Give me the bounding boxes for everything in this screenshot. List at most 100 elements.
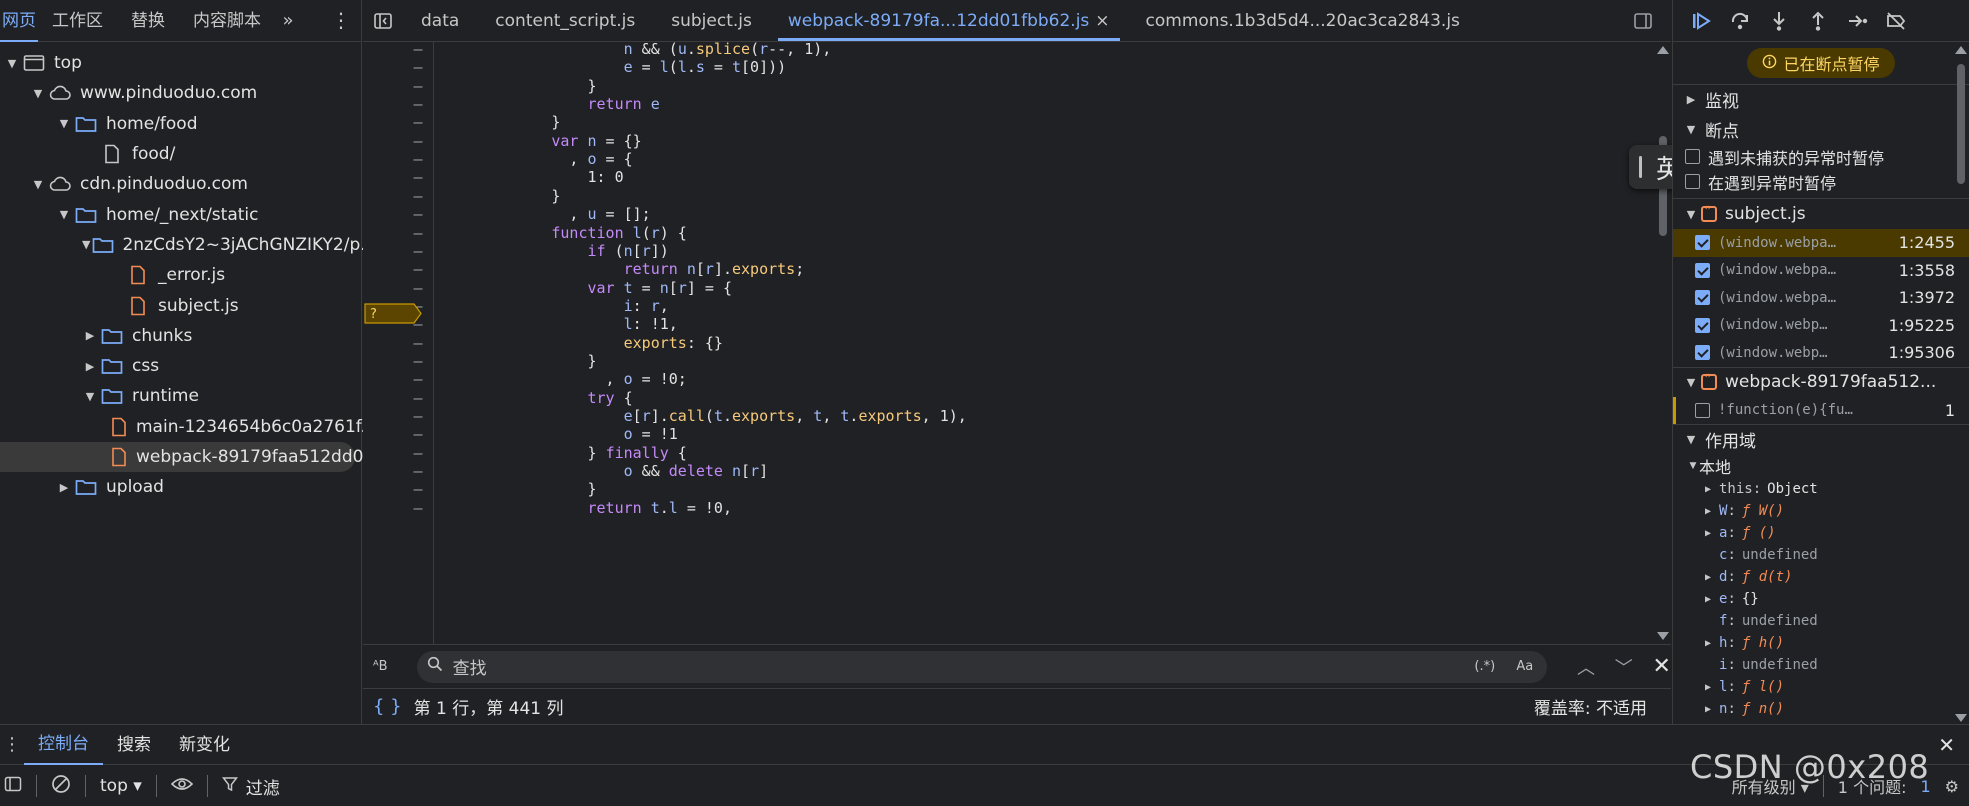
scope-variable[interactable]: ▶ W: ƒ W() bbox=[1673, 500, 1969, 522]
checkbox[interactable] bbox=[1695, 345, 1710, 361]
editor-scrollbar[interactable] bbox=[1657, 44, 1669, 642]
kebab-menu-icon[interactable]: ⋮ bbox=[331, 8, 351, 32]
console-settings-icon[interactable]: ⚙ bbox=[1945, 777, 1959, 796]
sidebar-toggle-icon[interactable] bbox=[4, 775, 22, 798]
collapse-arrow-icon[interactable]: ▼ bbox=[82, 238, 90, 251]
breakpoint-item[interactable]: !function(e){func… 1 bbox=[1673, 396, 1969, 424]
file-tab-webpack[interactable]: webpack-89179fa...12dd01fbb62.js × bbox=[770, 0, 1128, 41]
breakpoints-section-header[interactable]: ▼ 断点 bbox=[1673, 114, 1969, 144]
scroll-up-icon[interactable] bbox=[1657, 46, 1669, 54]
tab-page[interactable]: 网页 bbox=[0, 0, 38, 42]
expand-arrow-icon[interactable]: ▶ bbox=[1705, 594, 1719, 605]
tree-item[interactable]: ▼ home/food bbox=[0, 109, 361, 139]
breakpoint-file-header[interactable]: ▼ webpack-89179faa512... bbox=[1673, 366, 1969, 397]
scope-variable[interactable]: ▶ a: ƒ () bbox=[1673, 522, 1969, 544]
scope-variable[interactable]: ▶ e: {} bbox=[1673, 588, 1969, 610]
file-tab-data[interactable]: data bbox=[403, 0, 477, 41]
step-into-icon[interactable] bbox=[1765, 7, 1792, 34]
breakpoint-file-header[interactable]: ▼ subject.js bbox=[1673, 199, 1969, 229]
scope-variable[interactable]: ▶ n: ƒ n() bbox=[1673, 698, 1969, 720]
more-tabs-icon[interactable]: » bbox=[275, 10, 301, 31]
breakpoint-item[interactable]: (window.webp… 1:95306 bbox=[1673, 339, 1969, 367]
file-tab-commons[interactable]: commons.1b3d5d4...20ac3ca2843.js bbox=[1128, 0, 1478, 41]
tab-workspace[interactable]: 工作区 bbox=[38, 0, 117, 42]
case-sensitive-toggle-icon[interactable]: Aa bbox=[1516, 659, 1533, 674]
scope-variable[interactable]: i: undefined bbox=[1673, 654, 1969, 676]
scope-variable[interactable]: ▶ h: ƒ h() bbox=[1673, 632, 1969, 654]
breakpoint-item[interactable]: (window.webpa… 1:2455 bbox=[1673, 229, 1969, 257]
scroll-down-icon[interactable] bbox=[1657, 632, 1669, 640]
regex-toggle-icon[interactable]: (.*) bbox=[1474, 659, 1495, 674]
clear-console-icon[interactable] bbox=[51, 774, 71, 799]
expand-arrow-icon[interactable]: ▶ bbox=[1705, 506, 1719, 517]
context-selector[interactable]: top ▾ bbox=[100, 776, 142, 796]
breakpoint-item[interactable]: (window.webp… 1:95225 bbox=[1673, 312, 1969, 340]
expand-arrow-icon[interactable]: ▶ bbox=[82, 329, 98, 342]
match-case-toggle-icon[interactable]: ᴬB bbox=[373, 659, 413, 674]
tree-item[interactable]: ▼ runtime bbox=[0, 381, 361, 411]
tab-search[interactable]: 搜索 bbox=[103, 725, 165, 765]
code-line[interactable]: – return t.l = !0, bbox=[363, 497, 1653, 520]
pause-uncaught-option[interactable]: 遇到未捕获的异常时暂停 bbox=[1673, 144, 1969, 169]
tree-item[interactable]: food/ bbox=[0, 139, 361, 169]
collapse-arrow-icon[interactable]: ▼ bbox=[30, 178, 46, 191]
scroll-up-icon[interactable] bbox=[1955, 46, 1967, 54]
breakpoint-marker-icon[interactable]: ? bbox=[364, 303, 422, 324]
file-tab-subject[interactable]: subject.js bbox=[653, 0, 770, 41]
tree-item[interactable]: webpack-89179faa512dd0... bbox=[0, 441, 380, 473]
checkbox[interactable] bbox=[1695, 317, 1710, 333]
tab-overrides[interactable]: 替换 bbox=[117, 0, 179, 42]
expand-arrow-icon[interactable]: ▶ bbox=[1705, 682, 1719, 693]
step-icon[interactable] bbox=[1843, 7, 1870, 34]
tab-console[interactable]: 控制台 bbox=[24, 725, 103, 765]
file-tab-content-script[interactable]: content_script.js bbox=[477, 0, 653, 41]
close-find-icon[interactable]: ✕ bbox=[1653, 654, 1671, 679]
deactivate-breakpoints-icon[interactable] bbox=[1882, 7, 1909, 34]
expand-arrow-icon[interactable]: ▶ bbox=[1705, 572, 1719, 583]
pause-caught-option[interactable]: 在遇到异常时暂停 bbox=[1673, 169, 1969, 194]
tree-item[interactable]: ▼ www.pinduoduo.com bbox=[0, 78, 361, 108]
sidebar-scrollbar[interactable] bbox=[1955, 44, 1967, 724]
scope-variable[interactable]: ▶ l: ƒ l() bbox=[1673, 676, 1969, 698]
checkbox[interactable] bbox=[1685, 174, 1700, 189]
breakpoint-item[interactable]: (window.webpa… 1:3972 bbox=[1673, 284, 1969, 312]
code-area[interactable]: – n && (u.splice(r--, 1), – e = l(l.s = t… bbox=[363, 42, 1671, 644]
tree-item[interactable]: ▶ upload bbox=[0, 472, 361, 502]
find-next-icon[interactable]: ﹀ bbox=[1605, 654, 1643, 680]
tree-item[interactable]: ▶ chunks bbox=[0, 321, 361, 351]
scroll-thumb[interactable] bbox=[1957, 64, 1965, 184]
coverage-status[interactable]: 覆盖率: 不适用 bbox=[1534, 694, 1647, 719]
expand-arrow-icon[interactable]: ▶ bbox=[56, 481, 72, 494]
tab-content-scripts[interactable]: 内容脚本 bbox=[179, 0, 275, 42]
drawer-menu-icon[interactable]: ⋮ bbox=[0, 734, 24, 755]
scope-variable[interactable]: ▶ this: Object bbox=[1673, 478, 1969, 500]
scope-variable[interactable]: ▶ d: ƒ d(t) bbox=[1673, 566, 1969, 588]
tree-item[interactable]: ▶ css bbox=[0, 351, 361, 381]
expand-arrow-icon[interactable]: ▶ bbox=[1705, 528, 1719, 539]
local-scope-header[interactable]: ▼ 本地 bbox=[1673, 454, 1969, 478]
step-over-icon[interactable] bbox=[1726, 7, 1753, 34]
breakpoint-item[interactable]: (window.webpa… 1:3558 bbox=[1673, 257, 1969, 285]
close-drawer-icon[interactable]: ✕ bbox=[1938, 733, 1955, 757]
checkbox[interactable] bbox=[1695, 290, 1710, 306]
tree-item[interactable]: ▼ cdn.pinduoduo.com bbox=[0, 169, 361, 199]
toggle-debugger-icon[interactable] bbox=[1633, 11, 1653, 36]
tree-item[interactable]: ▼ home/_next/static bbox=[0, 199, 361, 229]
collapse-arrow-icon[interactable]: ▼ bbox=[82, 390, 98, 403]
expand-arrow-icon[interactable]: ▶ bbox=[1705, 638, 1719, 649]
expand-arrow-icon[interactable]: ▶ bbox=[1705, 704, 1719, 715]
ime-handle[interactable] bbox=[1639, 156, 1642, 178]
step-out-icon[interactable] bbox=[1804, 7, 1831, 34]
pretty-print-icon[interactable]: { } bbox=[373, 696, 402, 717]
collapse-arrow-icon[interactable]: ▼ bbox=[56, 208, 72, 221]
line-gutter-mark[interactable]: – bbox=[403, 497, 433, 520]
scope-variable[interactable]: c: undefined bbox=[1673, 544, 1969, 566]
checkbox[interactable] bbox=[1695, 402, 1710, 418]
scope-section-header[interactable]: ▼ 作用域 bbox=[1673, 424, 1969, 454]
expand-arrow-icon[interactable]: ▶ bbox=[1705, 484, 1719, 495]
collapse-arrow-icon[interactable]: ▼ bbox=[56, 117, 72, 130]
tree-item[interactable]: ▼ top bbox=[0, 48, 361, 78]
collapse-arrow-icon[interactable]: ▼ bbox=[30, 87, 46, 100]
expand-arrow-icon[interactable]: ▶ bbox=[82, 360, 98, 373]
console-filter-input[interactable]: 过滤 bbox=[221, 774, 280, 799]
